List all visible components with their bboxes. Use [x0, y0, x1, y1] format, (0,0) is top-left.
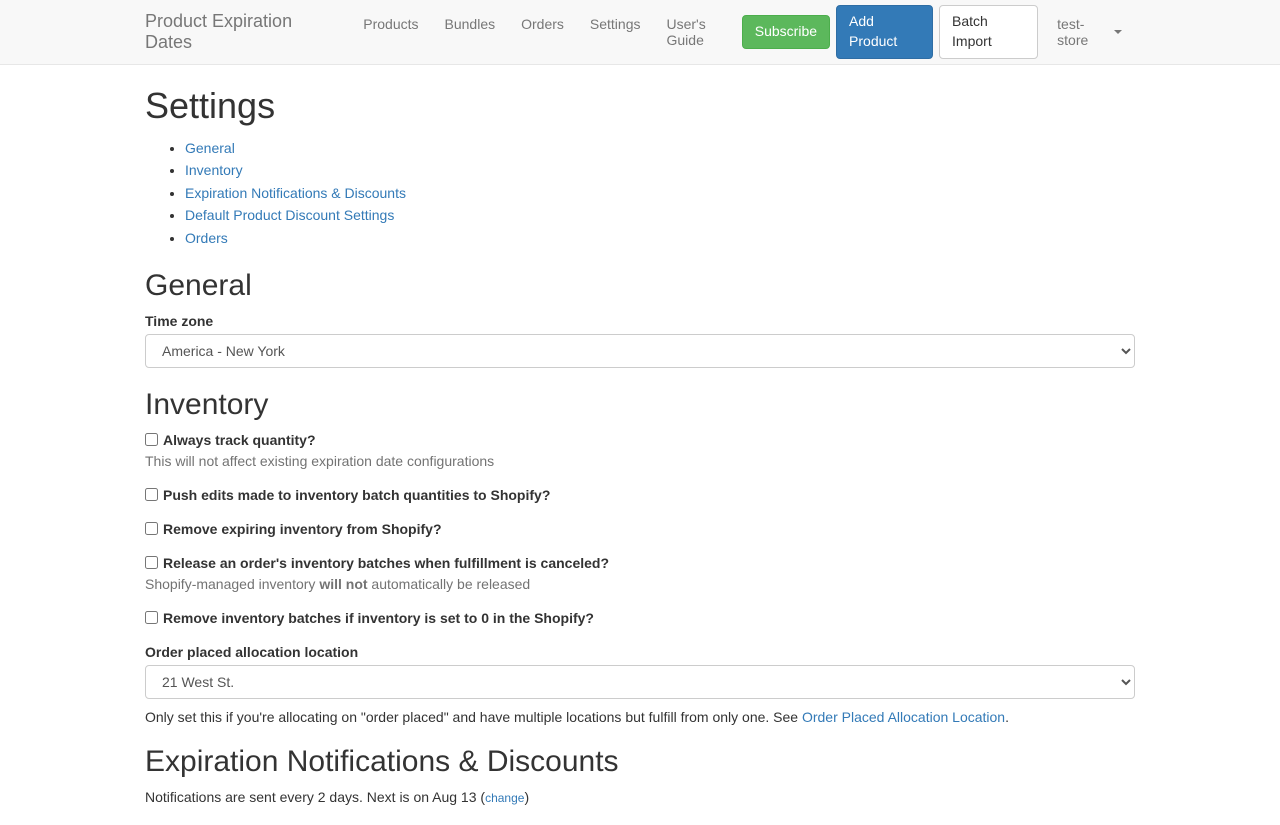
- remove-expiring-text: Remove expiring inventory from Shopify?: [163, 521, 442, 537]
- content: Settings General Inventory Expiration No…: [145, 65, 1135, 825]
- always-track-text: Always track quantity?: [163, 432, 316, 448]
- nav-orders[interactable]: Orders: [508, 5, 577, 43]
- remove-zero-text: Remove inventory batches if inventory is…: [163, 610, 594, 626]
- general-heading: General: [145, 269, 1135, 303]
- remove-zero-label[interactable]: Remove inventory batches if inventory is…: [145, 610, 1135, 626]
- nav-settings[interactable]: Settings: [577, 5, 654, 43]
- push-edits-checkbox[interactable]: [145, 488, 158, 501]
- release-canceled-label[interactable]: Release an order's inventory batches whe…: [145, 555, 1135, 571]
- remove-zero-checkbox[interactable]: [145, 611, 158, 624]
- allocation-help: Only set this if you're allocating on "o…: [145, 709, 1135, 725]
- allocation-help-link[interactable]: Order Placed Allocation Location: [802, 709, 1005, 725]
- store-name: test-store: [1057, 16, 1110, 48]
- allocation-label: Order placed allocation location: [145, 644, 1135, 660]
- release-help: Shopify-managed inventory will not autom…: [145, 576, 1135, 592]
- push-edits-text: Push edits made to inventory batch quant…: [163, 487, 550, 503]
- release-canceled-checkbox[interactable]: [145, 556, 158, 569]
- nav-users-guide[interactable]: User's Guide: [654, 5, 742, 59]
- always-track-label[interactable]: Always track quantity?: [145, 432, 1135, 448]
- timezone-label: Time zone: [145, 313, 1135, 329]
- batch-import-button[interactable]: Batch Import: [939, 5, 1038, 58]
- toc-expiration[interactable]: Expiration Notifications & Discounts: [185, 185, 406, 201]
- always-track-help: This will not affect existing expiration…: [145, 453, 1135, 469]
- remove-expiring-checkbox[interactable]: [145, 522, 158, 535]
- notification-change-link[interactable]: change: [485, 791, 524, 805]
- expiration-heading: Expiration Notifications & Discounts: [145, 745, 1135, 779]
- subscribe-button[interactable]: Subscribe: [742, 15, 830, 49]
- always-track-checkbox[interactable]: [145, 433, 158, 446]
- allocation-select[interactable]: 21 West St.: [145, 665, 1135, 699]
- notification-info: Notifications are sent every 2 days. Nex…: [145, 789, 1135, 805]
- caret-down-icon: [1114, 30, 1122, 34]
- push-edits-label[interactable]: Push edits made to inventory batch quant…: [145, 487, 1135, 503]
- toc-general[interactable]: General: [185, 140, 235, 156]
- page-title: Settings: [145, 85, 1135, 127]
- toc-inventory[interactable]: Inventory: [185, 162, 243, 178]
- toc: General Inventory Expiration Notificatio…: [145, 137, 1135, 249]
- remove-expiring-label[interactable]: Remove expiring inventory from Shopify?: [145, 521, 1135, 537]
- toc-orders[interactable]: Orders: [185, 230, 228, 246]
- timezone-select[interactable]: America - New York: [145, 334, 1135, 368]
- nav-bundles[interactable]: Bundles: [432, 5, 509, 43]
- navbar-brand[interactable]: Product Expiration Dates: [145, 0, 350, 64]
- inventory-heading: Inventory: [145, 388, 1135, 422]
- release-canceled-text: Release an order's inventory batches whe…: [163, 555, 609, 571]
- add-product-button[interactable]: Add Product: [836, 5, 933, 58]
- navbar: Product Expiration Dates Products Bundle…: [0, 0, 1280, 65]
- store-dropdown[interactable]: test-store: [1044, 5, 1135, 59]
- toc-default-discount[interactable]: Default Product Discount Settings: [185, 207, 394, 223]
- nav-products[interactable]: Products: [350, 5, 431, 43]
